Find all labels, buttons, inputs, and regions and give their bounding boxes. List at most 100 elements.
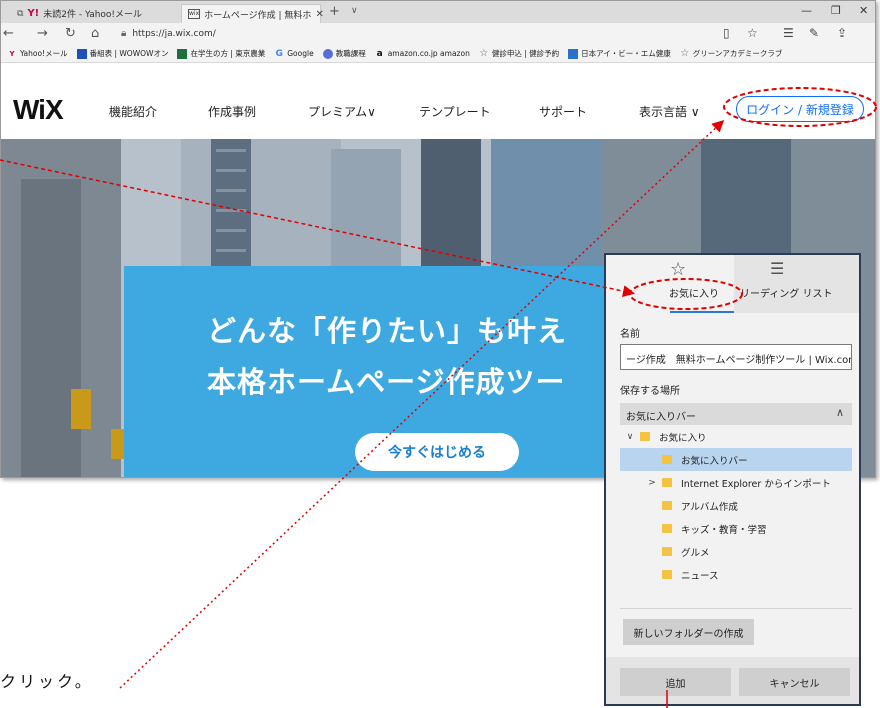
favorite-link-label: 在学生の方 | 東京農業 xyxy=(190,49,266,58)
start-now-button[interactable]: 今すぐはじめる xyxy=(355,433,519,471)
hero-headline-line1: どんな「作りたい」も叶え xyxy=(207,314,568,348)
reading-view-icon[interactable]: ▯ xyxy=(723,26,730,40)
back-icon[interactable]: ← xyxy=(3,26,14,41)
url-text: https://ja.wix.com/ xyxy=(132,28,216,39)
tab-favorites-label: お気に入り xyxy=(669,289,719,300)
folder-tree-item[interactable]: キッズ・教育・学習 xyxy=(620,517,852,540)
folder-label: キッズ・教育・学習 xyxy=(681,524,767,536)
cancel-button[interactable]: キャンセル xyxy=(739,668,850,696)
maximize-icon[interactable]: ❐ xyxy=(831,4,841,17)
nav-templates[interactable]: テンプレート xyxy=(419,103,491,120)
favorite-link-label: 教職課程 xyxy=(335,49,366,58)
favorite-link[interactable]: 日本アイ・ビー・エム健康 xyxy=(568,48,671,59)
login-signup-button[interactable]: ログイン / 新規登録 xyxy=(736,96,864,122)
favorite-link[interactable]: Y Yahoo!メール xyxy=(7,48,68,59)
share-icon[interactable]: ⇪ xyxy=(837,26,847,40)
new-tab-icon[interactable]: + xyxy=(329,4,340,19)
folder-label: ニュース xyxy=(681,570,719,582)
folder-label: お気に入りバー xyxy=(681,455,748,467)
yahoo-icon: Y! xyxy=(27,8,40,19)
star-icon: ☆ xyxy=(680,47,690,59)
favorite-link[interactable]: ☆ グリーンアカデミークラブ xyxy=(680,47,783,59)
favorite-link[interactable]: 在学生の方 | 東京農業 xyxy=(177,48,265,59)
panel-divider xyxy=(620,608,852,609)
folder-label: グルメ xyxy=(681,547,710,559)
favorite-link-label: 番組表 | WOWOWオン xyxy=(89,49,169,58)
favorite-link-label: Yahoo!メール xyxy=(20,49,68,58)
google-icon: G xyxy=(275,48,283,59)
favorite-link-label: Google xyxy=(287,49,314,58)
screenshot-stage: ⧉ Y! 未読2件 - Yahoo!メール wix ホームページ作成 | 無料ホ… xyxy=(0,0,880,708)
wowow-icon xyxy=(76,48,87,59)
home-icon[interactable]: ⌂ xyxy=(91,26,99,41)
folder-icon xyxy=(662,570,672,579)
folder-tree-item[interactable]: グルメ xyxy=(620,540,852,563)
add-favorite-panel: ☆ お気に入り ☰ リーディング リスト 名前 ージ作成 無料ホームページ制作ツ… xyxy=(604,253,861,706)
folder-icon xyxy=(640,432,650,441)
favorite-link[interactable]: G Google xyxy=(274,48,314,59)
pen-icon[interactable]: ✎ xyxy=(809,26,819,40)
folder-icon xyxy=(662,501,672,510)
click-instruction-text: クリック。 xyxy=(0,672,94,691)
nav-premium[interactable]: プレミアム∨ xyxy=(308,103,376,120)
tab-wix-label: ホームページ作成 | 無料ホ xyxy=(204,10,312,21)
nav-examples[interactable]: 作成事例 xyxy=(208,103,256,120)
close-window-icon[interactable]: ✕ xyxy=(859,4,868,17)
nav-features[interactable]: 機能紹介 xyxy=(109,103,157,120)
favorite-link[interactable]: 番組表 | WOWOWオン xyxy=(76,48,169,59)
refresh-icon[interactable]: ↻ xyxy=(65,26,76,41)
url-field[interactable]: 🔒︎ https://ja.wix.com/ xyxy=(121,28,216,39)
folder-label: お気に入り xyxy=(659,432,707,444)
chevron-up-icon[interactable]: ∧ xyxy=(836,406,844,419)
globe-icon xyxy=(322,48,333,59)
yahoo-icon: Y xyxy=(9,49,15,58)
folder-icon xyxy=(662,547,672,556)
forward-icon[interactable]: → xyxy=(37,26,48,41)
tab-yahoo-mail[interactable]: ⧉ Y! 未読2件 - Yahoo!メール xyxy=(11,4,176,23)
tab-reading-list-label[interactable]: リーディング リスト xyxy=(740,285,832,300)
favorite-link[interactable]: ☆ 健診申込 | 健診予約 xyxy=(479,48,559,59)
favorite-link-label: グリーンアカデミークラブ xyxy=(692,49,783,58)
lock-icon: 🔒︎ xyxy=(121,28,127,39)
active-tab-underline xyxy=(670,311,734,313)
address-bar: ← → ↻ ⌂ 🔒︎ https://ja.wix.com/ ▯ ☆ ☰ ✎ ⇪ xyxy=(1,23,875,45)
favorite-name-input[interactable]: ージ作成 無料ホームページ制作ツール | Wix.com xyxy=(620,344,852,370)
star-icon: ☆ xyxy=(670,259,687,280)
hero-headline-line2: 本格ホームページ作成ツー xyxy=(207,365,566,399)
folder-tree-item[interactable]: お気に入りバー xyxy=(620,448,852,471)
tab-bar: ⧉ Y! 未読2件 - Yahoo!メール wix ホームページ作成 | 無料ホ… xyxy=(1,1,875,23)
univ-icon xyxy=(177,48,188,59)
tab-preview-icon[interactable]: ⧉ xyxy=(17,9,23,19)
tab-wix[interactable]: wix ホームページ作成 | 無料ホ ✕ xyxy=(181,4,324,23)
wix-favicon-icon: wix xyxy=(188,9,201,19)
folder-icon xyxy=(662,478,672,487)
chevron-down-icon[interactable]: ∨ xyxy=(624,432,636,442)
ibm-icon xyxy=(568,48,579,59)
favorites-hub-icon[interactable]: ☰ xyxy=(783,26,794,40)
folder-label: アルバム作成 xyxy=(681,501,738,513)
folder-label: Internet Explorer からインポート xyxy=(681,478,831,490)
nav-language[interactable]: 表示言語 ∨ xyxy=(639,103,700,120)
minimize-icon[interactable]: — xyxy=(801,4,812,17)
folder-tree-item[interactable]: > Internet Explorer からインポート xyxy=(620,471,852,494)
favorite-link[interactable]: a amazon.co.jp amazon xyxy=(375,49,470,59)
wix-logo[interactable]: WiX xyxy=(13,94,64,126)
save-location-select[interactable]: お気に入りバー ∧ xyxy=(620,403,852,425)
folder-tree: ∨ お気に入りお気に入りバー > Internet Explorer からインポートア… xyxy=(620,425,852,645)
reading-list-icon[interactable]: ☰ xyxy=(770,259,784,278)
new-folder-button[interactable]: 新しいフォルダーの作成 xyxy=(623,619,754,645)
favorite-link-label: 健診申込 | 健診予約 xyxy=(491,49,560,58)
save-location-value: お気に入りバー xyxy=(626,412,696,423)
favorite-link[interactable]: 教職課程 xyxy=(322,48,366,59)
folder-tree-item[interactable]: アルバム作成 xyxy=(620,494,852,517)
chevron-down-icon[interactable]: ∨ xyxy=(351,6,358,16)
folder-tree-item[interactable]: ∨ お気に入り xyxy=(620,425,852,448)
add-favorite-star-icon[interactable]: ☆ xyxy=(747,26,758,40)
add-button[interactable]: 追加 xyxy=(620,668,731,696)
close-tab-icon[interactable]: ✕ xyxy=(315,9,323,20)
chevron-right-icon[interactable]: > xyxy=(646,478,658,488)
star-icon: ☆ xyxy=(479,47,489,59)
folder-icon xyxy=(662,455,672,464)
nav-support[interactable]: サポート xyxy=(539,103,587,120)
folder-tree-item[interactable]: ニュース xyxy=(620,563,852,586)
